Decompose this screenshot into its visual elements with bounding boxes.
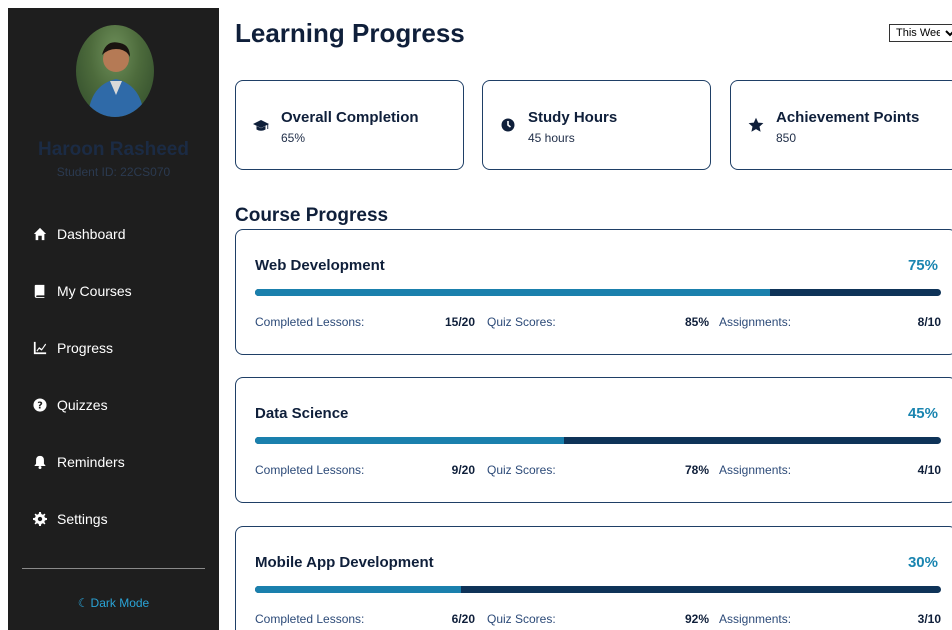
stat-val: 92% bbox=[684, 612, 709, 626]
period-select[interactable]: This Week bbox=[889, 24, 952, 42]
avatar bbox=[76, 25, 154, 117]
stat-val: 3/10 bbox=[917, 612, 941, 626]
course-percent: 45% bbox=[907, 405, 938, 422]
stat-key: Quiz Scores: bbox=[487, 612, 556, 626]
stat-val: 15/20 bbox=[444, 315, 475, 329]
chart-line-icon bbox=[32, 340, 48, 356]
nav-item-label: Quizzes bbox=[57, 397, 108, 413]
course-name: Mobile App Development bbox=[255, 554, 434, 571]
sidebar: Haroon Rasheed Student ID: 22CS070 Dashb… bbox=[8, 8, 219, 630]
star-icon bbox=[748, 117, 764, 133]
stat-key: Completed Lessons: bbox=[255, 612, 365, 626]
stat-key: Completed Lessons: bbox=[255, 315, 365, 329]
stat-val: 78% bbox=[684, 463, 709, 477]
user-name: Haroon Rasheed bbox=[38, 139, 189, 160]
course-stat-lessons: Completed Lessons: 6/20 bbox=[255, 612, 475, 626]
nav-item-reminders[interactable]: Reminders bbox=[32, 450, 125, 474]
stat-val: 4/10 bbox=[917, 463, 941, 477]
stat-val: 85% bbox=[684, 315, 709, 329]
dark-mode-toggle[interactable]: ☾ Dark Mode bbox=[8, 596, 219, 610]
sidebar-divider bbox=[22, 568, 205, 569]
course-card-mobile-app-development: Mobile App Development 30% Completed Les… bbox=[235, 526, 952, 630]
course-stat-lessons: Completed Lessons: 9/20 bbox=[255, 463, 475, 477]
course-stat-assignments: Assignments: 4/10 bbox=[719, 463, 941, 477]
moon-icon: ☾ bbox=[77, 596, 89, 610]
nav-item-quizzes[interactable]: ? Quizzes bbox=[32, 393, 108, 417]
stat-key: Quiz Scores: bbox=[487, 315, 556, 329]
nav-item-progress[interactable]: Progress bbox=[32, 336, 113, 360]
nav-item-label: Reminders bbox=[57, 454, 125, 470]
nav-item-my-courses[interactable]: My Courses bbox=[32, 279, 132, 303]
stat-key: Assignments: bbox=[719, 612, 792, 626]
stat-value: 45 hours bbox=[528, 131, 575, 145]
nav-item-label: Dashboard bbox=[57, 226, 126, 242]
nav-item-label: Progress bbox=[57, 340, 114, 356]
course-progress-fill bbox=[255, 289, 770, 296]
user-id: Student ID: 22CS070 bbox=[56, 165, 171, 179]
stat-val: 9/20 bbox=[451, 463, 475, 477]
book-icon bbox=[32, 283, 48, 299]
bell-icon bbox=[32, 454, 48, 470]
nav-item-settings[interactable]: Settings bbox=[32, 507, 108, 531]
nav-item-label: My Courses bbox=[57, 283, 132, 299]
course-name: Web Development bbox=[255, 257, 385, 274]
section-title: Course Progress bbox=[235, 205, 389, 226]
stat-key: Quiz Scores: bbox=[487, 463, 556, 477]
course-stat-quiz: Quiz Scores: 85% bbox=[487, 315, 709, 329]
course-stat-assignments: Assignments: 3/10 bbox=[719, 612, 941, 626]
stat-card-overall-completion: Overall Completion 65% bbox=[235, 80, 464, 170]
course-progress-fill bbox=[255, 437, 564, 444]
course-progress-fill bbox=[255, 586, 461, 593]
course-percent: 75% bbox=[907, 257, 938, 274]
course-name: Data Science bbox=[255, 405, 349, 422]
question-circle-icon: ? bbox=[32, 397, 48, 413]
stat-label: Study Hours bbox=[528, 109, 618, 126]
dark-mode-label: Dark Mode bbox=[90, 596, 150, 610]
course-progress-bar bbox=[255, 289, 941, 296]
graduation-cap-icon bbox=[253, 117, 269, 133]
course-progress-bar bbox=[255, 437, 941, 444]
stat-val: 6/20 bbox=[451, 612, 475, 626]
stat-value: 850 bbox=[776, 131, 797, 145]
course-card-web-development: Web Development 75% Completed Lessons: 1… bbox=[235, 229, 952, 355]
nav-item-label: Settings bbox=[57, 511, 108, 527]
stat-card-study-hours: Study Hours 45 hours bbox=[482, 80, 711, 170]
svg-text:?: ? bbox=[37, 401, 43, 412]
course-stat-lessons: Completed Lessons: 15/20 bbox=[255, 315, 475, 329]
course-stat-quiz: Quiz Scores: 78% bbox=[487, 463, 709, 477]
course-card-data-science: Data Science 45% Completed Lessons: 9/20… bbox=[235, 377, 952, 503]
nav-item-dashboard[interactable]: Dashboard bbox=[32, 222, 126, 246]
stat-val: 8/10 bbox=[917, 315, 941, 329]
home-icon bbox=[32, 226, 48, 242]
stat-value: 65% bbox=[281, 131, 306, 145]
course-progress-bar bbox=[255, 586, 941, 593]
stat-label: Achievement Points bbox=[776, 109, 920, 126]
clock-icon bbox=[500, 117, 516, 133]
page-title: Learning Progress bbox=[235, 18, 465, 48]
course-percent: 30% bbox=[907, 554, 938, 571]
course-stat-quiz: Quiz Scores: 92% bbox=[487, 612, 709, 626]
stat-card-achievement-points: Achievement Points 850 bbox=[730, 80, 952, 170]
stat-label: Overall Completion bbox=[281, 109, 419, 126]
course-stat-assignments: Assignments: 8/10 bbox=[719, 315, 941, 329]
gear-icon bbox=[32, 511, 48, 527]
stat-key: Completed Lessons: bbox=[255, 463, 365, 477]
stat-key: Assignments: bbox=[719, 315, 792, 329]
page-edge bbox=[0, 0, 8, 630]
stat-key: Assignments: bbox=[719, 463, 792, 477]
